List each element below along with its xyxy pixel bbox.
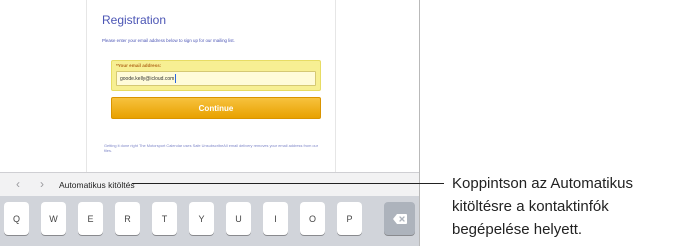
- chevron-left-icon[interactable]: ‹: [16, 177, 20, 191]
- key-p[interactable]: P: [337, 202, 362, 235]
- key-o[interactable]: O: [300, 202, 325, 235]
- quicktype-bar: ‹ › Automatikus kitöltés: [0, 172, 419, 196]
- ipad-screen: Registration Please enter your email add…: [0, 0, 420, 246]
- key-u[interactable]: U: [226, 202, 251, 235]
- email-field[interactable]: goode.kelly@icloud.com: [116, 71, 316, 86]
- page-description: Please enter your email address below to…: [102, 38, 235, 43]
- key-w[interactable]: W: [41, 202, 66, 235]
- callout-line-3: begépelése helyett.: [452, 221, 583, 238]
- key-t[interactable]: T: [152, 202, 177, 235]
- callout-text: Koppintson az Automatikus kitöltésre a k…: [452, 172, 692, 241]
- key-y[interactable]: Y: [189, 202, 214, 235]
- key-i[interactable]: I: [263, 202, 288, 235]
- backspace-icon: [392, 213, 407, 224]
- key-r[interactable]: R: [115, 202, 140, 235]
- email-form: *Your email address: goode.kelly@icloud.…: [111, 60, 321, 91]
- continue-button[interactable]: Continue: [111, 97, 321, 119]
- key-q[interactable]: Q: [4, 202, 29, 235]
- autofill-suggestion[interactable]: Automatikus kitöltés: [59, 180, 135, 190]
- keyboard: Q W E R T Y U I O P: [0, 196, 419, 246]
- fine-print: Getting it done right The Motorsport Cal…: [104, 143, 319, 153]
- email-value: goode.kelly@icloud.com: [120, 75, 175, 82]
- key-e[interactable]: E: [78, 202, 103, 235]
- web-page: Registration Please enter your email add…: [0, 0, 419, 172]
- callout-line-1: Koppintson az Automatikus: [452, 175, 633, 192]
- chevron-right-icon[interactable]: ›: [40, 177, 44, 191]
- callout-line: [132, 183, 444, 184]
- page-title: Registration: [102, 13, 167, 27]
- callout-line-2: kitöltésre a kontaktinfók: [452, 198, 609, 215]
- text-caret: [175, 74, 177, 83]
- backspace-key[interactable]: [384, 202, 415, 235]
- email-label: *Your email address:: [116, 63, 162, 68]
